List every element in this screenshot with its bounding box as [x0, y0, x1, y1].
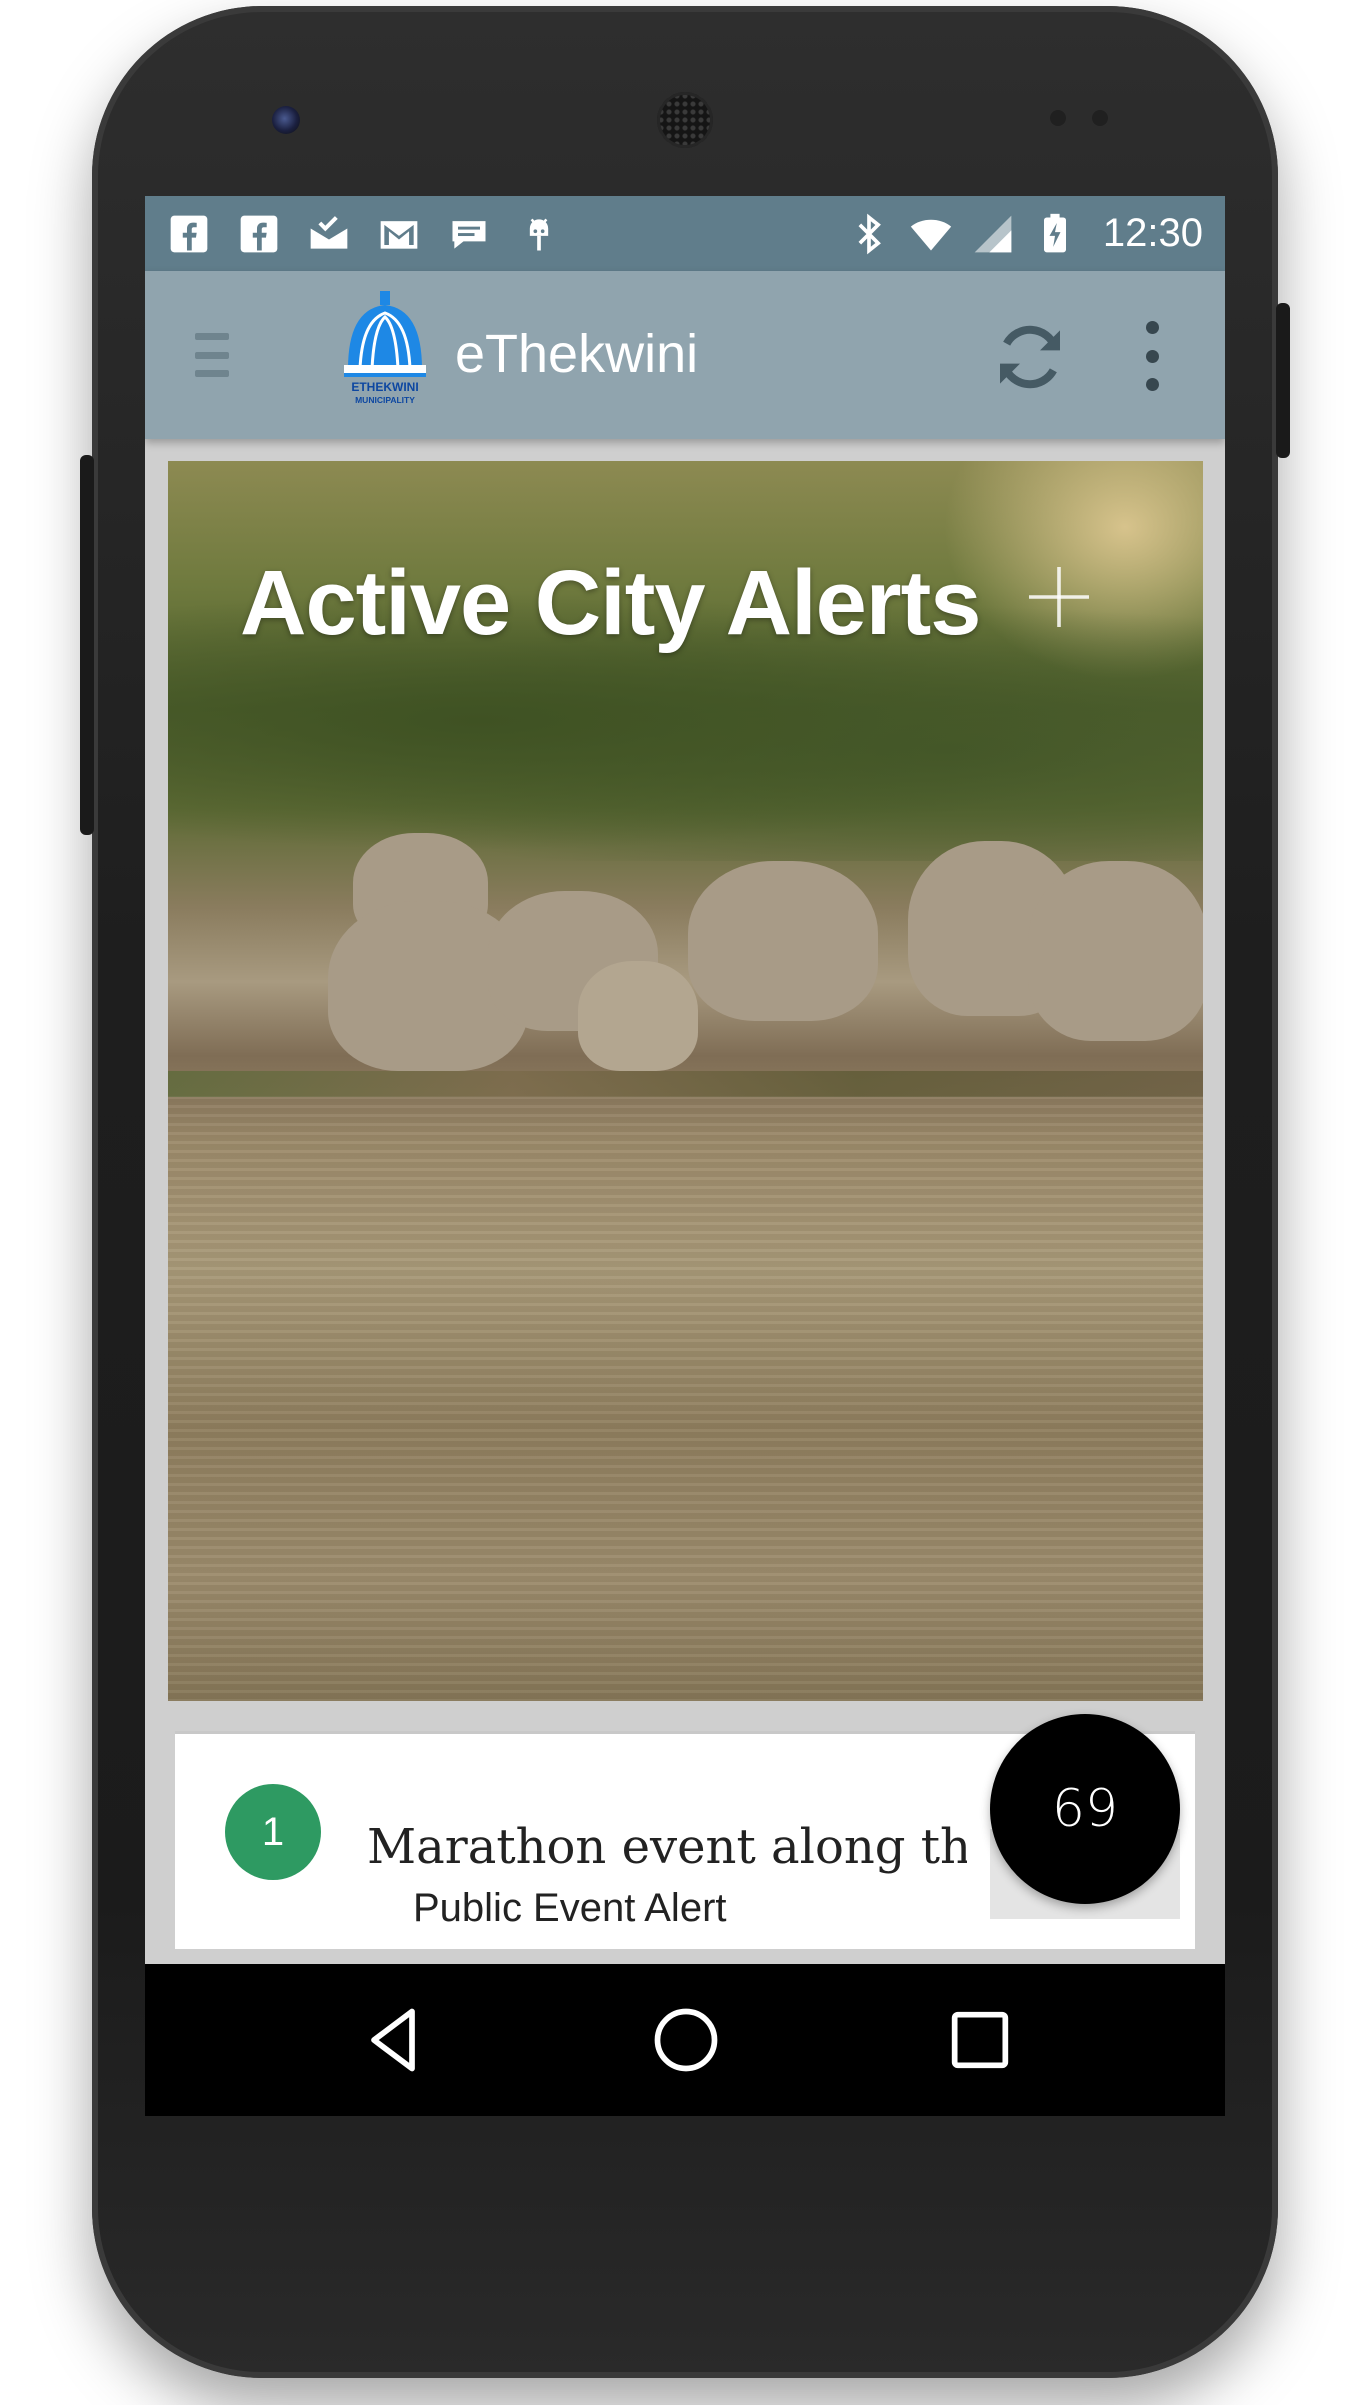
alert-title: Marathon event along the stre — [367, 1819, 967, 1875]
hero-image-water — [168, 1096, 1203, 1701]
proximity-sensor — [1050, 110, 1066, 126]
add-icon[interactable] — [1023, 561, 1095, 633]
inbox-check-icon — [310, 215, 348, 249]
battery-charging-icon — [1043, 213, 1066, 252]
more-vert-icon[interactable] — [1145, 321, 1159, 391]
menu-icon[interactable] — [195, 333, 229, 377]
power-button — [1276, 303, 1290, 458]
hero-title: Active City Alerts — [240, 552, 981, 654]
facebook-icon — [240, 215, 278, 252]
back-icon[interactable] — [355, 2002, 431, 2078]
bluetooth-icon — [858, 213, 881, 254]
ethekwini-municipality-logo: ETHEKWINI MUNICIPALITY — [344, 291, 426, 405]
elephant-shape — [578, 961, 698, 1071]
alert-type: Public Event Alert — [413, 1886, 727, 1930]
home-icon[interactable] — [648, 2002, 724, 2078]
recent-apps-icon[interactable] — [942, 2002, 1018, 2078]
hero-image-bank — [168, 1071, 1203, 1097]
app-bar: ETHEKWINI MUNICIPALITY eThekwini — [145, 271, 1225, 439]
svg-text:MUNICIPALITY: MUNICIPALITY — [355, 395, 415, 405]
refresh-icon[interactable] — [990, 317, 1070, 397]
alert-number-badge: 1 — [225, 1784, 321, 1880]
facebook-icon — [170, 215, 208, 252]
navigation-bar — [145, 1964, 1225, 2116]
clock: 12:30 — [1102, 211, 1203, 255]
chat-bubble-icon — [452, 220, 486, 249]
front-camera — [272, 106, 300, 134]
alert-list-item[interactable]: 1 Marathon event along the stre Public E… — [175, 1714, 1195, 1949]
android-icon — [529, 218, 549, 250]
cell-signal-icon — [974, 215, 1012, 252]
volume-button — [80, 455, 94, 835]
status-bar: 12:30 — [145, 196, 1225, 271]
elephant-shape — [688, 861, 878, 1021]
screen: 12:30 ETHEKWINI MUNICIPALITY eThekwini A… — [145, 196, 1225, 2116]
gmail-icon — [380, 220, 418, 249]
light-sensor — [1092, 110, 1108, 126]
alert-count-badge[interactable]: 69 — [990, 1714, 1180, 1904]
earpiece-speaker — [657, 92, 713, 148]
elephant-shape — [1028, 861, 1203, 1041]
hero-image-card[interactable]: Active City Alerts — [168, 461, 1203, 1701]
wifi-icon — [910, 219, 952, 250]
svg-text:ETHEKWINI: ETHEKWINI — [351, 380, 418, 394]
app-title: eThekwini — [455, 324, 699, 384]
